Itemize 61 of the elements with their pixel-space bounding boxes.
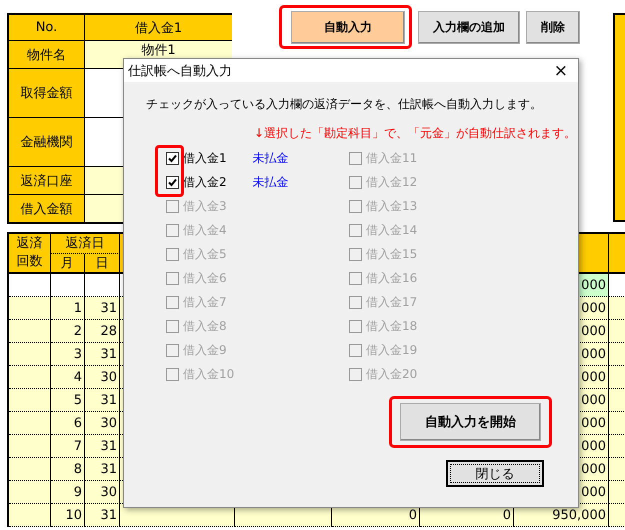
instruction-text: チェックが入っている入力欄の返済データを、仕訳帳へ自動入力します。	[146, 96, 543, 113]
checkbox-label: 借入金20	[366, 366, 418, 382]
field-label: 返済口座	[9, 167, 85, 194]
table-cell: 31	[85, 504, 120, 527]
table-cell: 31	[85, 389, 120, 412]
checkbox-label: 借入金6	[183, 270, 227, 286]
table-cell: 6	[51, 412, 85, 435]
checkbox-label: 借入金8	[183, 318, 227, 334]
table-cell: 1	[51, 297, 85, 320]
table-cell: 9	[51, 481, 85, 504]
field-label: 金融機関	[9, 118, 85, 166]
note-text: ↓選択した「勘定科目」で、「元金」が自動仕訳されます。	[254, 125, 578, 142]
checkbox-label: 借入金10	[183, 366, 234, 382]
checkbox-label: 借入金14	[366, 222, 418, 238]
table-cell: 30	[85, 366, 120, 389]
checkbox-label: 借入金18	[366, 318, 418, 334]
table-cell: 28	[85, 320, 120, 343]
checkbox-label: 借入金12	[366, 174, 418, 190]
account-label: 未払金	[252, 150, 289, 166]
close-dialog-button[interactable]: 閉じる	[446, 460, 544, 487]
checkbox-label: 借入金9	[183, 342, 227, 358]
column-header: 回数	[16, 253, 42, 271]
checkbox-label: 借入金11	[366, 150, 418, 166]
account-label: 未払金	[252, 174, 289, 190]
table-cell: 31	[85, 343, 120, 366]
column-header: 日	[94, 255, 110, 272]
field-label: 取得金額	[9, 69, 85, 117]
table-cell: 30	[85, 412, 120, 435]
table-cell: 8	[51, 458, 85, 481]
table-cell: 31	[85, 435, 120, 458]
checkbox-label: 借入金16	[366, 270, 418, 286]
checkbox-label: 借入金19	[366, 342, 418, 358]
table-cell: 2	[51, 320, 85, 343]
column-header: 月	[50, 254, 84, 272]
toolbar-button[interactable]: 削除	[526, 11, 580, 44]
checkbox-label: 借入金4	[183, 222, 227, 238]
checkbox-label: 借入金7	[183, 294, 227, 310]
checkbox-label: 借入金3	[183, 198, 227, 214]
table-cell: 5	[51, 389, 85, 412]
table-cell: 30	[85, 481, 120, 504]
toolbar-button[interactable]: 入力欄の追加	[418, 11, 520, 44]
checkbox-label: 借入金15	[366, 246, 418, 262]
table-cell: 31	[85, 458, 120, 481]
header-label: No.	[9, 15, 85, 40]
table-cell: 4	[51, 366, 85, 389]
column-header: 返済	[16, 235, 42, 253]
field-label: 物件名	[9, 41, 85, 68]
checkbox-label: 借入金2	[183, 174, 227, 190]
table-cell: 31	[85, 297, 120, 320]
header-value: 借入金1	[85, 15, 232, 40]
table-cell: 3	[51, 343, 85, 366]
field-label: 借入金額	[9, 195, 85, 222]
checkbox-label: 借入金17	[366, 294, 418, 310]
checkbox-label: 借入金5	[183, 246, 227, 262]
checkbox-label: 借入金1	[183, 150, 227, 166]
toolbar-button[interactable]: 自動入力	[291, 11, 405, 44]
checkbox-label: 借入金13	[366, 198, 418, 214]
close-button[interactable]: ×	[550, 60, 572, 80]
start-button[interactable]: 自動入力を開始	[400, 403, 541, 441]
table-cell: 10	[51, 504, 85, 527]
table-cell: 7	[51, 435, 85, 458]
